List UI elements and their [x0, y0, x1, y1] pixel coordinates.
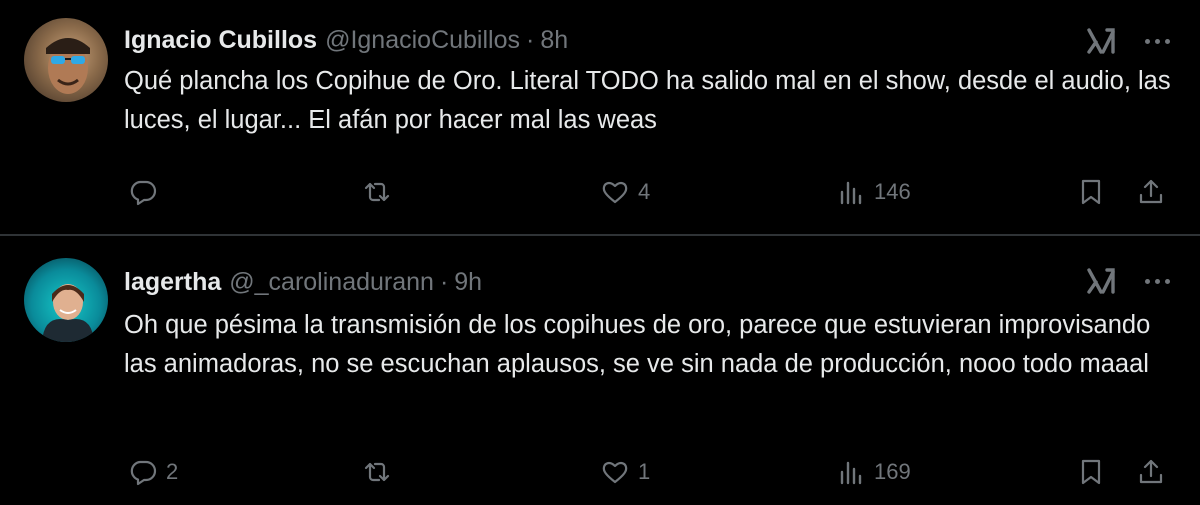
like-button[interactable]: 1	[600, 452, 650, 492]
share-button[interactable]	[1136, 172, 1166, 212]
bookmark-icon	[1081, 459, 1101, 485]
share-button[interactable]	[1136, 452, 1166, 492]
tweet[interactable]: Ignacio Cubillos @IgnacioCubillos · 8h Q…	[0, 0, 1200, 234]
heart-icon	[602, 461, 628, 484]
avatar[interactable]	[24, 18, 108, 102]
views-icon	[840, 181, 862, 205]
tweet-actions: 2 1 169	[0, 452, 1200, 492]
retweet-button[interactable]	[362, 172, 400, 212]
reply-icon	[130, 180, 157, 206]
share-icon	[1139, 459, 1163, 484]
tweet-header: lagertha @_carolinadurann · 9h	[124, 262, 482, 302]
more-icon[interactable]	[1145, 24, 1170, 58]
grok-icon[interactable]	[1085, 24, 1119, 58]
avatar[interactable]	[24, 258, 108, 342]
reply-icon	[130, 460, 157, 486]
tweet-top-actions	[1085, 264, 1170, 298]
avatar-image	[46, 38, 90, 94]
views-icon	[840, 461, 862, 485]
views-button[interactable]: 146	[836, 172, 911, 212]
bookmark-icon	[1081, 179, 1101, 205]
separator-dot: ·	[439, 267, 449, 296]
like-button[interactable]: 4	[600, 172, 650, 212]
author-handle[interactable]: @_carolinadurann	[229, 268, 434, 297]
retweet-icon	[364, 182, 390, 202]
bookmark-button[interactable]	[1076, 452, 1106, 492]
tweet-text: Oh que pésima la transmisión de los copi…	[124, 311, 1151, 378]
timestamp[interactable]: 9h	[454, 268, 482, 297]
author-name[interactable]: lagertha	[124, 268, 221, 297]
retweet-icon	[364, 462, 390, 482]
grok-icon[interactable]	[1085, 264, 1119, 298]
separator-dot: ·	[526, 25, 535, 54]
share-icon	[1139, 179, 1163, 204]
author-name[interactable]: Ignacio Cubillos	[124, 26, 317, 55]
like-count: 1	[638, 459, 651, 484]
author-handle[interactable]: @IgnacioCubillos	[325, 26, 520, 55]
tweet-feed: Ignacio Cubillos @IgnacioCubillos · 8h Q…	[0, 0, 1200, 505]
tweet-actions: 4 146	[0, 172, 1200, 212]
avatar-image	[42, 284, 94, 342]
retweet-button[interactable]	[362, 452, 400, 492]
views-button[interactable]: 169	[836, 452, 911, 492]
reply-count: 2	[166, 459, 179, 484]
views-count: 146	[874, 179, 911, 204]
more-icon[interactable]	[1145, 264, 1170, 298]
tweet[interactable]: lagertha @_carolinadurann · 9h Oh que pé…	[0, 236, 1200, 505]
timestamp[interactable]: 8h	[540, 26, 568, 55]
reply-button[interactable]: 2	[128, 452, 178, 492]
tweet-header: Ignacio Cubillos @IgnacioCubillos · 8h	[124, 20, 568, 60]
like-count: 4	[638, 179, 651, 204]
tweet-text: Qué plancha los Copihue de Oro. Literal …	[124, 67, 1171, 134]
tweet-top-actions	[1085, 24, 1170, 58]
views-count: 169	[874, 459, 911, 484]
heart-icon	[602, 181, 628, 204]
bookmark-button[interactable]	[1076, 172, 1106, 212]
reply-button[interactable]	[128, 172, 166, 212]
